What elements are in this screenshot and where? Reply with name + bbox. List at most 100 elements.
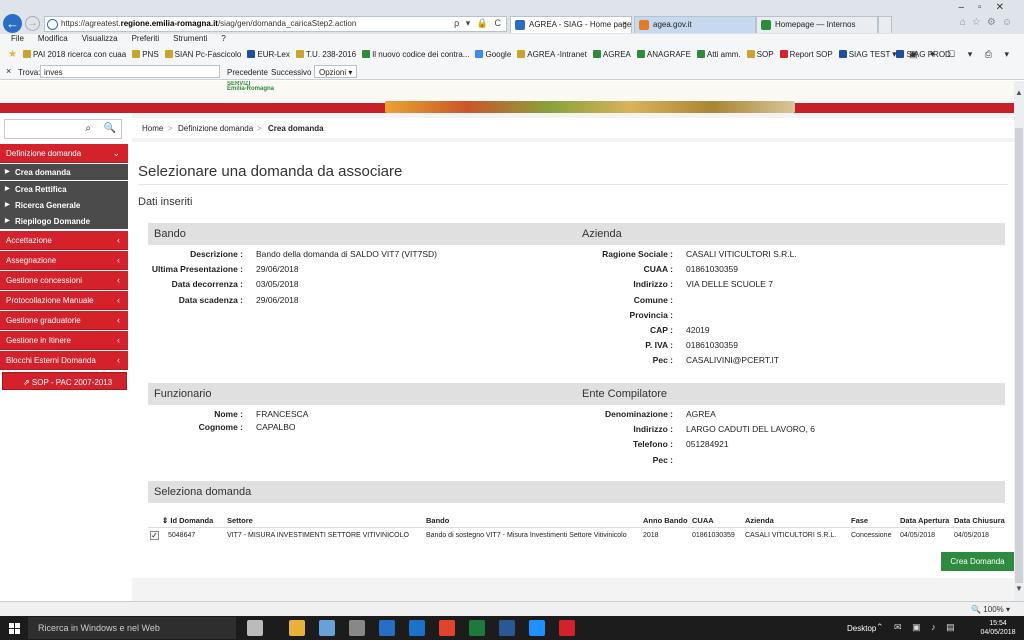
sidebar-subitem-crea-rettifica[interactable]: ▶ Crea Rettifica: [0, 181, 128, 197]
scroll-up-icon[interactable]: ▲: [1015, 88, 1023, 97]
menu-bar: File Modifica Visualizza Preferiti Strumenti…: [0, 34, 1024, 46]
close-tab-icon[interactable]: ×: [622, 19, 627, 28]
field-label: Cognome :: [198, 421, 243, 432]
menu-visualizza[interactable]: Visualizza: [82, 34, 118, 43]
favorite-label: Il nuovo codice dei contra...: [372, 50, 470, 59]
favorite-icon: [696, 50, 705, 58]
favorite-label: SIAN Pc-Fascicolo: [174, 50, 242, 59]
field-value: 01861030359: [686, 264, 739, 275]
favorite-link[interactable]: PAI 2018 ricerca con cuaa: [22, 46, 126, 59]
sop-pac-button[interactable]: ⇗ SOP - PAC 2007-2013: [2, 372, 127, 390]
field-value: 29/06/2018: [256, 294, 299, 305]
clock[interactable]: 15:54 04/05/2018: [976, 619, 1020, 637]
tab-agea[interactable]: agea.gov.it: [634, 16, 756, 33]
favorite-link[interactable]: SIAG TEST: [838, 46, 890, 59]
taskbar-app-icon[interactable]: [409, 620, 425, 636]
favorite-link[interactable]: T.U. 238-2016: [295, 46, 356, 59]
chevron-left-icon: ‹: [117, 335, 120, 345]
sidebar-subitem-crea-domanda[interactable]: ▶ Crea domanda: [0, 164, 128, 180]
favorite-link[interactable]: SOP: [746, 46, 774, 59]
sidebar-item-definizione-domanda[interactable]: Definizione domanda ⌄: [0, 144, 128, 163]
sidebar-subitem-label: Ricerca Generale: [15, 201, 81, 210]
favorites-star-icon[interactable]: ★: [8, 46, 17, 60]
tab-internos[interactable]: Homepage — Internos: [756, 16, 878, 33]
table-cell: 04/05/2018: [954, 532, 990, 539]
windows-start-icon[interactable]: [9, 623, 20, 634]
caret-right-icon: ▶: [5, 202, 10, 208]
taskbar-app-icon[interactable]: [289, 620, 305, 636]
table-cell: CASALI VITICULTORI S.R.L.: [745, 532, 837, 539]
taskbar-app-icon[interactable]: [439, 620, 455, 636]
taskbar-app-icon[interactable]: [247, 620, 263, 636]
crea-domanda-button[interactable]: Crea Domanda: [941, 552, 1014, 571]
menu-modifica[interactable]: Modifica: [38, 34, 68, 43]
field-label: Denominazione :: [604, 409, 673, 419]
taskbar-search-input[interactable]: Ricerca in Windows e nel Web: [28, 617, 236, 639]
scroll-down-icon[interactable]: ▼: [1015, 584, 1023, 593]
field-value: CASALIVINI@PCERT.IT: [686, 355, 780, 366]
menu-strumenti[interactable]: Strumenti: [173, 34, 207, 43]
favorite-link[interactable]: AGREA -Intranet: [517, 46, 587, 59]
breadcrumb-definizione-domanda[interactable]: Definizione domanda: [178, 124, 253, 133]
sidebar-item-gestione-in-itinere[interactable]: Gestione in Itinere ‹: [0, 331, 128, 350]
find-input[interactable]: inves: [40, 65, 220, 78]
menu-file[interactable]: File: [11, 34, 24, 43]
sidebar-item-accettazione[interactable]: Accettazione ‹: [0, 231, 128, 250]
close-find-icon[interactable]: ×: [6, 66, 11, 76]
address-controls[interactable]: ρ ▾ 🔒 C: [454, 18, 503, 29]
ente-header: Ente Compilatore: [582, 388, 667, 400]
taskbar-app-icon[interactable]: [349, 620, 365, 636]
taskbar-app-icon[interactable]: [559, 620, 575, 636]
command-bar-icons[interactable]: ▾ ▣ ▾ ☐ ▾ ⎙ ▾: [892, 49, 1014, 60]
address-bar[interactable]: https://agreatest.regione.emilia-romagna…: [44, 16, 507, 32]
field-label: Indirizzo :: [633, 279, 673, 290]
favorite-link[interactable]: Il nuovo codice dei contra...: [362, 46, 469, 59]
column-header[interactable]: ⇕ Id Domanda: [162, 516, 213, 525]
window-controls[interactable]: –▫✕: [959, 2, 1019, 13]
menu-preferiti[interactable]: Preferiti: [132, 34, 160, 43]
find-options-button[interactable]: Opzioni ▾: [314, 65, 358, 78]
sidebar-item-gestione-graduatorie[interactable]: Gestione graduatorie ‹: [0, 311, 128, 330]
taskbar-app-icon[interactable]: [469, 620, 485, 636]
search-icon[interactable]: ⌕: [85, 123, 91, 134]
taskbar-app-icon[interactable]: [379, 620, 395, 636]
tab-agrea-siag[interactable]: AGREA - SIAG - Home page ×: [510, 16, 632, 33]
taskbar-app-icon[interactable]: [529, 620, 545, 636]
sidebar-subitem-riepilogo-domande[interactable]: ▶ Riepilogo Domande: [0, 213, 128, 229]
zoom-level[interactable]: 🔍 100% ▾: [971, 605, 1010, 614]
row-checkbox[interactable]: ✓: [150, 531, 159, 540]
desktop-label[interactable]: Desktop: [847, 624, 876, 633]
menu-help[interactable]: ?: [221, 34, 225, 43]
taskbar-app-icon[interactable]: [499, 620, 515, 636]
scrollbar-thumb[interactable]: [1015, 128, 1023, 583]
favorite-link[interactable]: SIAN Pc-Fascicolo: [164, 46, 242, 59]
sidebar-search-input[interactable]: ⌕ 🔍: [4, 119, 122, 139]
clock-date: 04/05/2018: [980, 629, 1016, 636]
sidebar-item-label: Gestione concessioni: [6, 276, 83, 285]
breadcrumb-home[interactable]: Home: [142, 124, 163, 133]
new-tab-button[interactable]: [878, 16, 892, 33]
field-label: P. IVA :: [645, 340, 673, 351]
favorite-link[interactable]: PNS: [132, 46, 159, 59]
taskbar-app-icon[interactable]: [319, 620, 335, 636]
find-next-button[interactable]: Successivo: [271, 68, 311, 77]
sidebar-item-blocchi-esterni[interactable]: Blocchi Esterni Domanda ‹: [0, 351, 128, 370]
caret-right-icon: ▶: [5, 218, 10, 224]
favorite-link[interactable]: ANAGRAFE: [636, 46, 691, 59]
favorite-link[interactable]: AGREA: [592, 46, 631, 59]
favorite-icon: [838, 50, 847, 58]
chevron-left-icon: ‹: [117, 315, 120, 325]
column-header: Azienda: [745, 516, 774, 525]
favorite-link[interactable]: Google: [475, 46, 511, 59]
system-tray-icons[interactable]: ⌃ ✉ ▣ ♪ ▤: [876, 622, 959, 633]
zoom-search-icon[interactable]: 🔍: [104, 123, 116, 134]
sidebar-subitem-ricerca-generale[interactable]: ▶ Ricerca Generale: [0, 197, 128, 213]
favorite-link[interactable]: Report SOP: [779, 46, 833, 59]
find-previous-button[interactable]: Precedente: [227, 68, 268, 77]
browser-tool-icons[interactable]: ⌂☆⚙☺: [960, 17, 1018, 28]
column-header: Data Apertura: [900, 516, 950, 525]
favorite-link[interactable]: EUR-Lex: [247, 46, 290, 59]
forward-icon[interactable]: →: [25, 16, 40, 31]
back-icon[interactable]: ←: [3, 14, 22, 33]
favorite-link[interactable]: Atti amm.: [696, 46, 741, 59]
